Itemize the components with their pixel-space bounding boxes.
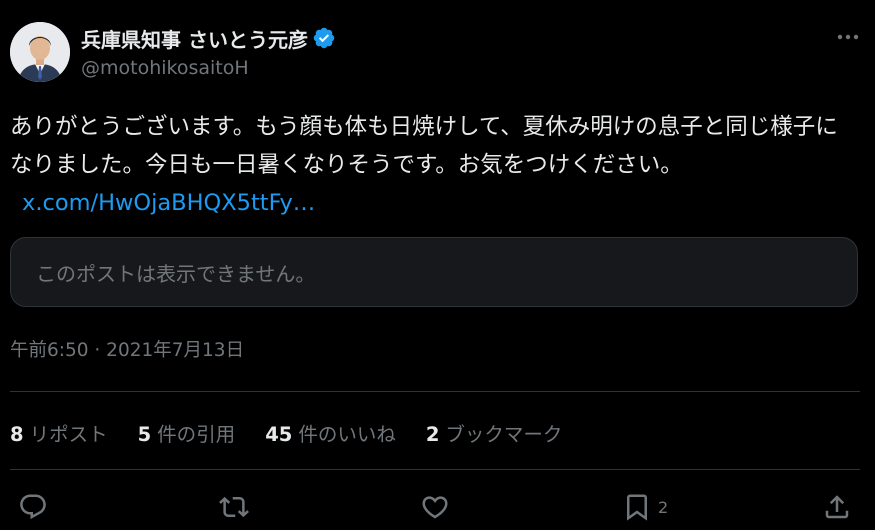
- likes-count: 45: [265, 423, 293, 446]
- bookmark-icon: [627, 494, 647, 521]
- verified-badge-icon: [313, 27, 335, 49]
- share-icon: [825, 495, 849, 519]
- quoted-post-unavailable: このポストは表示できません。: [10, 237, 858, 307]
- bookmark-action-count: 2: [658, 497, 669, 517]
- author-name-row[interactable]: 兵庫県知事 さいとう元彦: [81, 24, 336, 52]
- bookmark-button[interactable]: 2: [622, 488, 668, 526]
- tweet-link[interactable]: x.com/HwOjaBHQX5ttFy…: [22, 190, 315, 216]
- author-display-name[interactable]: 兵庫県知事 さいとう元彦: [81, 24, 308, 53]
- reply-button[interactable]: [18, 488, 48, 526]
- bookmarks-label: ブックマーク: [445, 423, 563, 446]
- tweet-body: ありがとうございます。もう顔も体も日焼けして、夏休み明けの息子と同じ様子になりま…: [10, 114, 838, 178]
- unavailable-message: このポストは表示できません。: [36, 261, 316, 286]
- stat-likes[interactable]: 45 件のいいね: [265, 418, 396, 447]
- more-options-button[interactable]: [833, 22, 863, 52]
- like-icon: [422, 496, 448, 519]
- avatar-image: [10, 22, 70, 82]
- reposts-label: リポスト: [29, 423, 108, 446]
- quotes-count: 5: [137, 423, 152, 446]
- more-options-icon: [837, 34, 859, 40]
- stat-bookmarks[interactable]: 2 ブックマーク: [426, 418, 563, 447]
- likes-label: 件のいいね: [298, 423, 396, 446]
- tweet-text: ありがとうございます。もう顔も体も日焼けして、夏休み明けの息子と同じ様子になりま…: [10, 108, 860, 222]
- engagement-stats: 8 リポスト 5 件の引用 45 件のいいね 2 ブックマーク: [10, 418, 592, 447]
- quotes-label: 件の引用: [157, 423, 236, 446]
- repost-icon: [219, 496, 249, 518]
- bookmarks-count: 2: [425, 423, 440, 446]
- divider-bottom: [10, 469, 860, 470]
- stat-quotes[interactable]: 5 件の引用: [138, 418, 236, 447]
- reposts-count: 8: [10, 423, 24, 446]
- like-button[interactable]: [420, 488, 450, 526]
- repost-button[interactable]: [219, 488, 249, 526]
- stat-reposts[interactable]: 8 リポスト: [10, 418, 108, 447]
- post-timestamp[interactable]: 午前6:50 · 2021年7月13日: [10, 336, 244, 362]
- divider-top: [10, 391, 860, 392]
- action-bar: 2: [0, 488, 875, 528]
- reply-icon: [20, 494, 46, 520]
- author-handle[interactable]: @motohikosaitoH: [81, 57, 249, 79]
- share-button[interactable]: [822, 488, 852, 526]
- avatar[interactable]: [10, 22, 70, 82]
